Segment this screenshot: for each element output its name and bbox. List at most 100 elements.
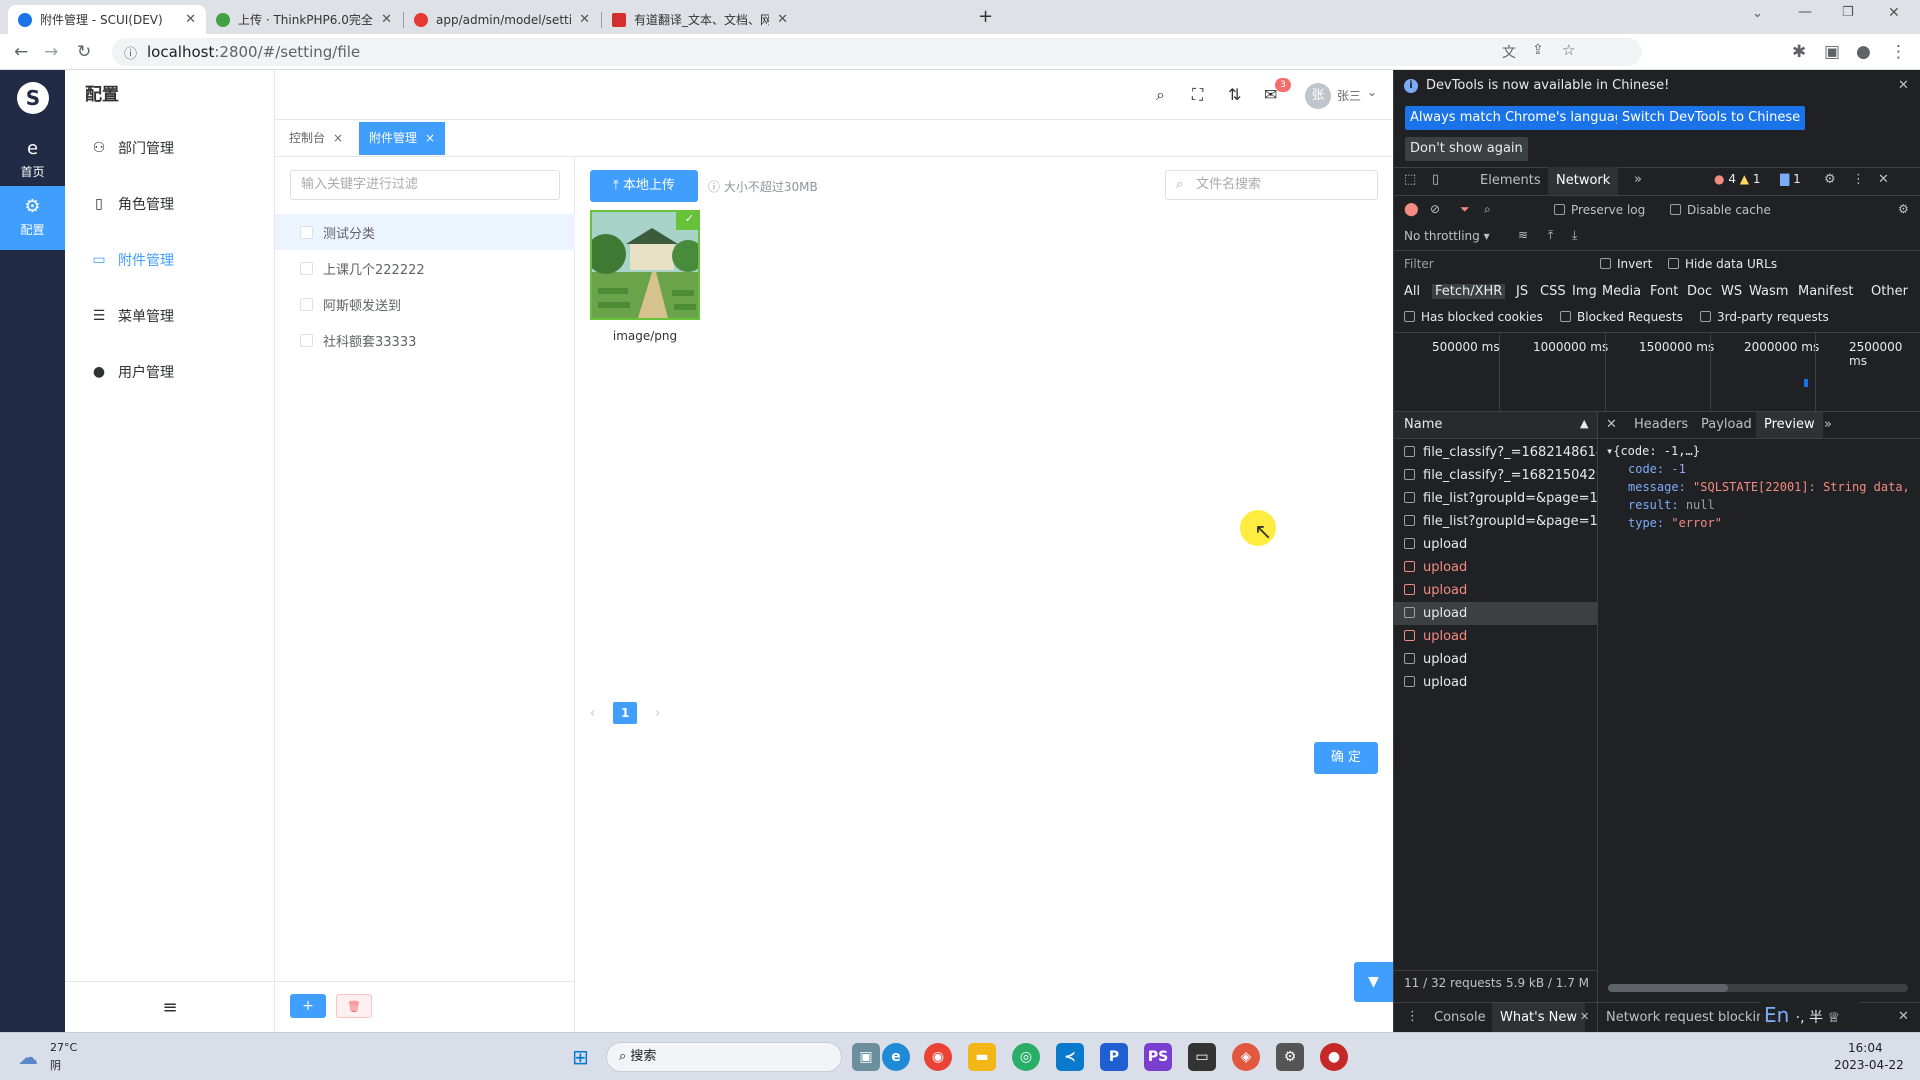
network-overview[interactable]: 500000 ms 1000000 ms 1500000 ms 2000000 … <box>1394 333 1920 411</box>
request-row[interactable]: file_list?groupId=&page=1... <box>1394 510 1597 533</box>
task-view-icon[interactable]: ▣ <box>852 1043 880 1071</box>
tab-payload[interactable]: Payload <box>1693 412 1760 438</box>
network-settings-icon[interactable]: ⚙ <box>1898 202 1909 216</box>
tab-headers[interactable]: Headers <box>1626 412 1696 438</box>
extensions-icon[interactable]: ✱ <box>1792 42 1806 62</box>
tab-network-blocking[interactable]: Network request blocking <box>1598 1003 1781 1032</box>
sidebar-item-menu[interactable]: ☰ 菜单管理 <box>65 288 274 344</box>
sidebar-item-user[interactable]: ● 用户管理 <box>65 344 274 400</box>
next-page-icon[interactable]: › <box>655 706 660 721</box>
group-item[interactable]: 阿斯顿发送到 <box>275 286 575 322</box>
fullscreen-icon[interactable]: ⛶ <box>1192 85 1203 105</box>
minimize-icon[interactable]: — <box>1798 4 1812 20</box>
type-img[interactable]: Img <box>1572 284 1597 299</box>
horizontal-scrollbar[interactable] <box>1608 984 1908 992</box>
add-group-button[interactable]: + <box>290 994 326 1018</box>
type-ws[interactable]: WS <box>1721 284 1742 299</box>
tab-network[interactable]: Network <box>1548 167 1619 195</box>
profile-icon[interactable]: ● <box>1856 42 1871 62</box>
checkbox[interactable] <box>300 225 313 239</box>
rail-item-config[interactable]: ⚙ 配置 <box>0 186 65 250</box>
record-icon[interactable]: ● <box>1320 1043 1348 1071</box>
more-tabs-icon[interactable]: » <box>1634 172 1642 187</box>
device-icon[interactable]: ▯ <box>1432 172 1439 187</box>
chrome-icon[interactable]: ◉ <box>924 1043 952 1071</box>
request-row-failed[interactable]: upload <box>1394 556 1597 579</box>
issue-counters[interactable]: ● 4 ▲ 1 <box>1714 172 1760 186</box>
forward-icon[interactable]: → <box>44 42 58 62</box>
group-item[interactable]: 社科额套33333 <box>275 322 575 358</box>
request-row[interactable]: file_classify?_=1682148614... <box>1394 441 1597 464</box>
blocked-requests-checkbox[interactable]: Blocked Requests <box>1560 310 1683 324</box>
throttling-select[interactable]: No throttling ▾ <box>1404 229 1490 243</box>
match-language-button[interactable]: Always match Chrome's language <box>1405 106 1636 130</box>
filter-icon[interactable]: ⏷ <box>1460 202 1470 217</box>
gear-icon[interactable]: ⚙ <box>1824 172 1836 187</box>
request-row[interactable]: upload <box>1394 671 1597 694</box>
switch-chinese-button[interactable]: Switch DevTools to Chinese <box>1617 106 1806 130</box>
close-icon[interactable]: ✕ <box>579 12 590 27</box>
close-detail-icon[interactable]: ✕ <box>1606 417 1617 432</box>
has-blocked-cookies-checkbox[interactable]: Has blocked cookies <box>1404 310 1543 324</box>
type-doc[interactable]: Doc <box>1687 284 1712 299</box>
hide-data-urls-checkbox[interactable]: Hide data URLs <box>1668 257 1777 271</box>
tag-console[interactable]: 控制台 × <box>279 122 353 155</box>
sidebar-item-attachment[interactable]: ▭ 附件管理 <box>65 232 274 288</box>
type-manifest[interactable]: Manifest <box>1798 284 1853 299</box>
browser-tab-thinkphp[interactable]: 上传 · ThinkPHP6.0完全开发手册 ✕ <box>206 5 402 34</box>
type-css[interactable]: CSS <box>1540 284 1566 299</box>
menu-kebab-icon[interactable]: ⋮ <box>1890 42 1907 62</box>
close-icon[interactable]: ✕ <box>381 12 392 27</box>
window-close-icon[interactable]: ✕ <box>1888 5 1900 21</box>
type-other[interactable]: Other <box>1871 284 1908 299</box>
drawer-menu-icon[interactable]: ⋮ <box>1406 1009 1419 1024</box>
preserve-log-checkbox[interactable]: Preserve log <box>1554 203 1645 217</box>
close-icon[interactable]: × <box>425 131 435 145</box>
request-row[interactable]: upload <box>1394 533 1597 556</box>
floating-tool-button[interactable]: ▼ <box>1354 962 1393 1002</box>
user-name[interactable]: 张三 <box>1337 87 1361 104</box>
record-icon[interactable]: ⬤ <box>1404 202 1419 217</box>
close-icon[interactable]: ✕ <box>1580 1010 1589 1023</box>
request-row-selected[interactable]: upload <box>1394 602 1597 625</box>
close-icon[interactable]: ✕ <box>185 12 196 27</box>
ime-toolbar[interactable]: En ·, 半 ♕ <box>1760 1002 1860 1028</box>
clear-icon[interactable]: ⊘ <box>1430 202 1440 216</box>
recorder-icon[interactable]: ⚙ <box>1276 1043 1304 1071</box>
type-media[interactable]: Media <box>1602 284 1641 299</box>
checkbox[interactable] <box>300 261 313 275</box>
edge-icon[interactable]: e <box>882 1043 910 1071</box>
type-all[interactable]: All <box>1404 284 1420 299</box>
import-har-icon[interactable]: ⤒ <box>1548 228 1553 243</box>
restore-icon[interactable]: ❐ <box>1842 5 1854 20</box>
terminal-icon[interactable]: ▭ <box>1188 1043 1216 1071</box>
sidebar-item-dept[interactable]: ⚇ 部门管理 <box>65 120 274 176</box>
info-icon[interactable]: ⓘ <box>124 43 137 62</box>
message-counter[interactable]: ▇ 1 <box>1780 172 1801 186</box>
close-icon[interactable]: ✕ <box>1898 78 1909 93</box>
tab-console[interactable]: Console <box>1426 1003 1494 1032</box>
phpstorm-icon[interactable]: PS <box>1144 1043 1172 1071</box>
tag-attachment[interactable]: 附件管理 × <box>359 122 446 155</box>
network-filter-input[interactable]: Filter <box>1400 254 1580 274</box>
request-row[interactable]: file_classify?_=1682150429... <box>1394 464 1597 487</box>
sidebar-item-role[interactable]: ▯ 角色管理 <box>65 176 274 232</box>
inspect-icon[interactable]: ⬚ <box>1404 172 1416 187</box>
tab-preview[interactable]: Preview <box>1756 412 1823 438</box>
avatar[interactable]: 张 <box>1305 83 1331 109</box>
request-row[interactable]: file_list?groupId=&page=1... <box>1394 487 1597 510</box>
side-panel-icon[interactable]: ▣ <box>1824 42 1840 62</box>
tasks-icon[interactable]: ⇅ <box>1228 85 1241 104</box>
scrollbar-thumb[interactable] <box>1608 984 1728 992</box>
taskbar-search[interactable]: ⌕ 搜索 <box>606 1042 842 1072</box>
close-devtools-icon[interactable]: ✕ <box>1878 172 1889 187</box>
wechat-icon[interactable]: ◎ <box>1012 1043 1040 1071</box>
type-wasm[interactable]: Wasm <box>1749 284 1788 299</box>
prev-page-icon[interactable]: ‹ <box>590 706 595 721</box>
share-icon[interactable]: ⇪ <box>1532 42 1544 58</box>
request-row-failed[interactable]: upload <box>1394 579 1597 602</box>
tab-search-icon[interactable]: ⌄ <box>1752 6 1763 21</box>
json-root[interactable]: ▾{code: -1,…} <box>1606 444 1700 458</box>
tab-elements[interactable]: Elements <box>1472 167 1549 195</box>
dont-show-again-button[interactable]: Don't show again <box>1405 137 1528 161</box>
